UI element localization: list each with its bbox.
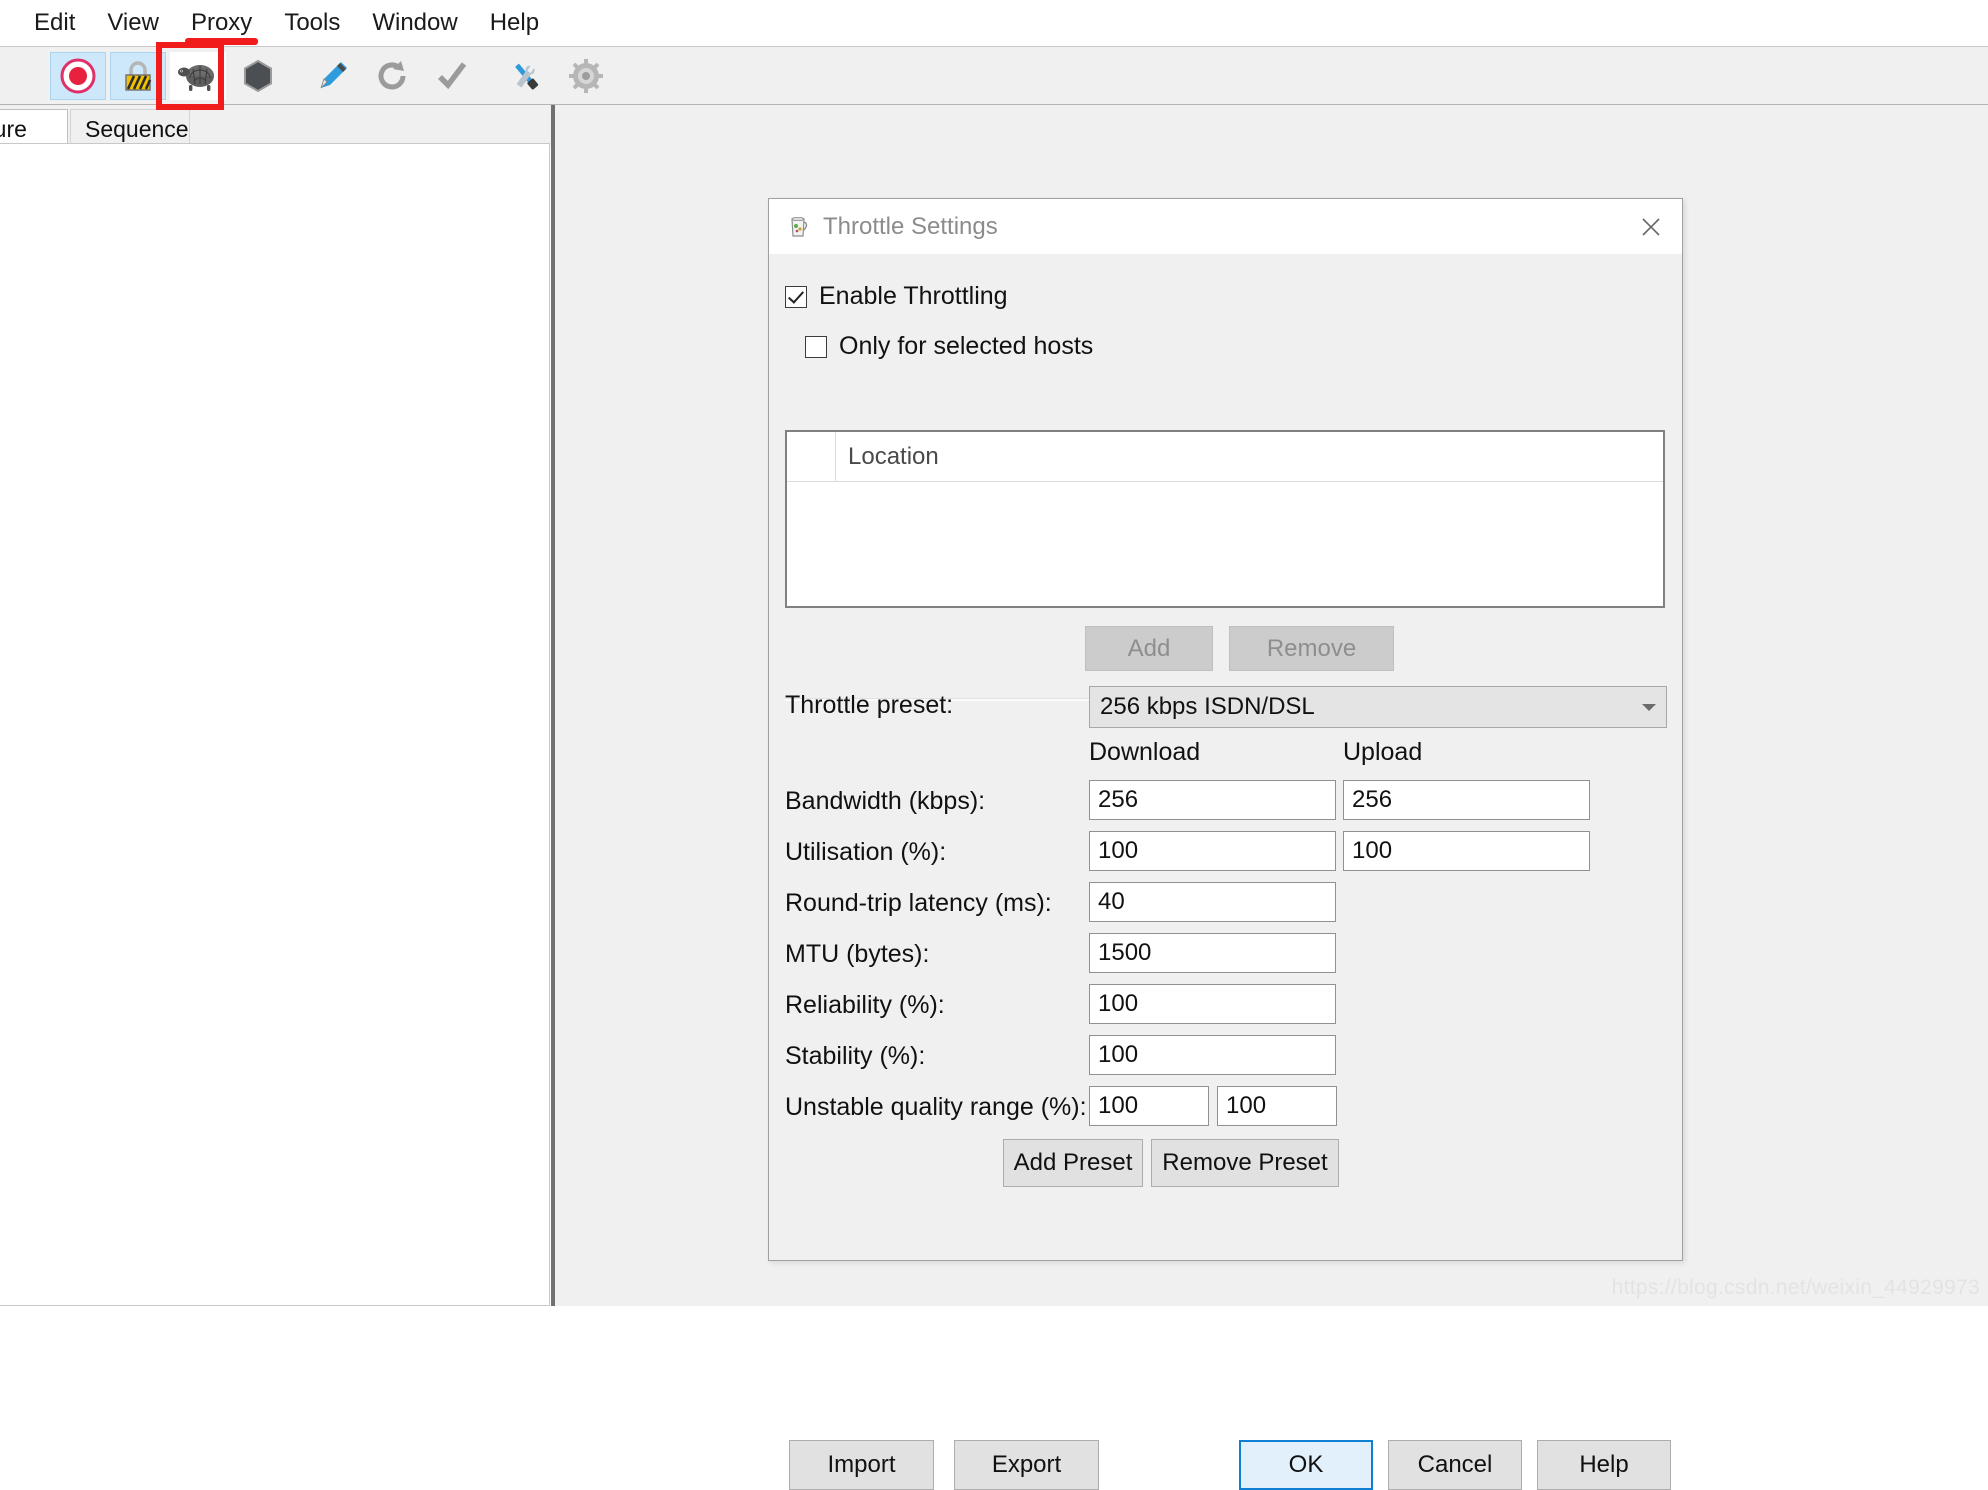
chevron-down-icon [1642,703,1656,711]
throttle-button[interactable] [170,51,226,100]
throttle-turtle-icon [178,64,214,91]
dialog-title-bar[interactable]: Throttle Settings [769,199,1682,254]
unstable-quality-range-max-input[interactable]: 100 [1217,1086,1337,1126]
stability-label: Stability (%): [785,1042,926,1070]
repeat-button[interactable] [364,52,420,100]
record-icon [60,58,96,93]
settings-button[interactable] [558,52,614,100]
breakpoints-hexagon-icon [244,59,272,92]
remove-preset-button[interactable]: Remove Preset [1151,1139,1339,1187]
location-table-body[interactable] [787,482,1663,606]
stability-input[interactable]: 100 [1089,1035,1336,1075]
tools-icon [515,63,539,89]
unstable-quality-range-min-input[interactable]: 100 [1089,1086,1209,1126]
add-button[interactable]: Add [1085,626,1213,671]
repeat-refresh-icon [378,60,406,89]
enable-throttling-label: Enable Throttling [819,282,1008,310]
enable-throttling-checkbox[interactable] [785,285,807,308]
only-selected-hosts-row[interactable]: Only for selected hosts [805,332,1093,361]
session-tree-panel[interactable] [0,143,550,1306]
bandwidth-download-input[interactable]: 256 [1089,780,1336,820]
location-table[interactable]: Location [785,430,1665,608]
bandwidth-label: Bandwidth (kbps): [785,787,986,815]
reliability-label: Reliability (%): [785,991,945,1019]
remove-button[interactable]: Remove [1229,626,1394,671]
enable-throttling-row[interactable]: Enable Throttling [785,282,1008,311]
compose-button[interactable] [304,52,360,100]
tools-button[interactable] [498,52,554,100]
round-trip-latency-input[interactable]: 40 [1089,882,1336,922]
mtu-label: MTU (bytes): [785,940,930,968]
validate-check-icon [438,61,467,89]
download-column-header: Download [1089,738,1201,766]
utilisation-label: Utilisation (%): [785,838,947,866]
cancel-button[interactable]: Cancel [1388,1440,1522,1490]
dialog-body: Enable Throttling Only for selected host… [769,254,1682,1490]
tab-structure[interactable]: ucture [0,109,68,147]
import-button[interactable]: Import [789,1440,934,1490]
throttle-preset-select[interactable]: 256 kbps ISDN/DSL [1089,686,1667,728]
ssl-proxying-icon [125,60,152,91]
menu-item-window[interactable]: Window [356,0,473,46]
menu-item-edit[interactable]: Edit [18,0,91,46]
validate-button[interactable] [424,52,480,100]
location-column-header: Location [848,443,939,470]
toolbar [0,47,1988,138]
watermark: https://blog.csdn.net/weixin_44929973 [1611,1276,1980,1299]
mtu-input[interactable]: 1500 [1089,933,1336,973]
round-trip-latency-label: Round-trip latency (ms): [785,889,1052,917]
compose-pen-icon [320,61,347,88]
menu-item-tools[interactable]: Tools [268,0,356,46]
ssl-proxying-button[interactable] [110,51,166,100]
location-column-checkbox-header [787,432,836,481]
throttle-settings-dialog: Throttle Settings Enable Throttling Only… [768,198,1683,1490]
reliability-input[interactable]: 100 [1089,984,1336,1024]
dialog-title: Throttle Settings [823,212,998,240]
ok-button[interactable]: OK [1239,1440,1373,1490]
only-selected-hosts-checkbox[interactable] [805,335,827,358]
upload-column-header: Upload [1343,738,1423,766]
throttle-preset-label: Throttle preset: [785,691,954,719]
tab-sequence[interactable]: Sequence [70,109,190,147]
add-preset-button[interactable]: Add Preset [1003,1139,1143,1187]
menu-item-view[interactable]: View [91,0,175,46]
settings-gear-icon [569,58,603,93]
charles-jug-icon [791,216,808,237]
unstable-quality-range-label: Unstable quality range (%): [785,1093,1087,1121]
tab-structure-label: ucture [0,116,27,142]
tab-sequence-label: Sequence [85,116,189,142]
utilisation-download-input[interactable]: 100 [1089,831,1336,871]
throttle-preset-value: 256 kbps ISDN/DSL [1100,693,1315,720]
close-icon[interactable] [1628,207,1674,247]
utilisation-upload-input[interactable]: 100 [1343,831,1590,871]
help-button[interactable]: Help [1537,1440,1671,1490]
export-button[interactable]: Export [954,1440,1099,1490]
menu-bar: Edit View Proxy Tools Window Help [0,0,1988,47]
tab-bar: ucture Sequence [0,105,552,147]
breakpoints-button[interactable] [230,52,286,100]
menu-item-help[interactable]: Help [474,0,555,46]
bandwidth-upload-input[interactable]: 256 [1343,780,1590,820]
menu-item-proxy[interactable]: Proxy [175,0,268,46]
only-selected-hosts-label: Only for selected hosts [839,332,1094,360]
record-button[interactable] [50,51,106,100]
location-table-header: Location [787,432,1663,482]
